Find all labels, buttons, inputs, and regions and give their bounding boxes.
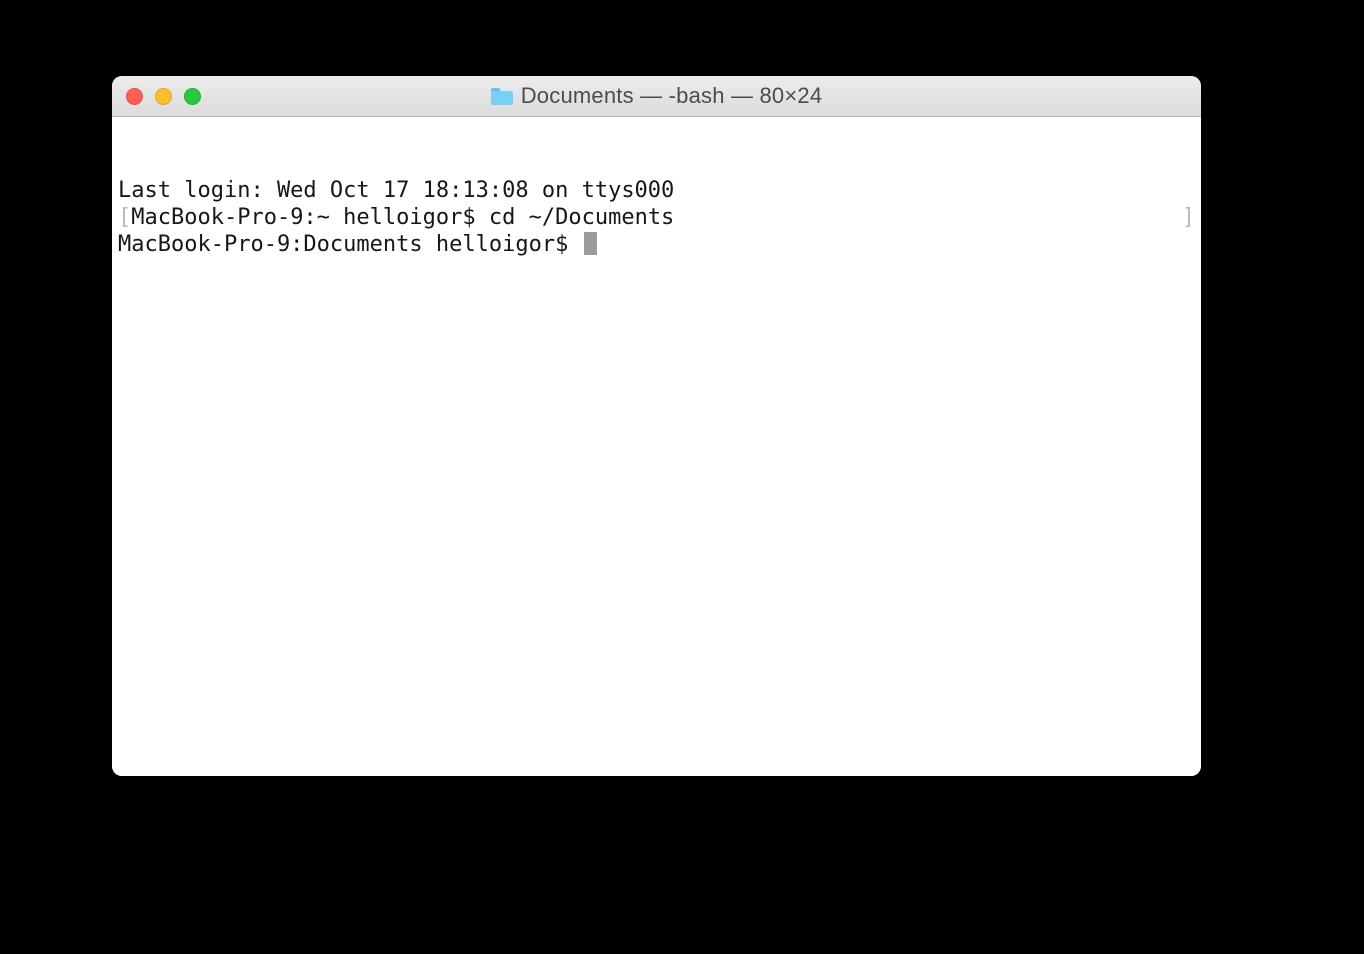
terminal-line: [MacBook-Pro-9:~ helloigor$ cd ~/Documen…	[118, 204, 1193, 231]
window-title-group: Documents — -bash — 80×24	[491, 83, 823, 109]
terminal-body[interactable]: Last login: Wed Oct 17 18:13:08 on ttys0…	[112, 117, 1201, 776]
cursor	[584, 232, 597, 255]
terminal-window: Documents — -bash — 80×24 Last login: We…	[112, 76, 1201, 776]
bracket-left: [	[118, 205, 131, 230]
close-button[interactable]	[126, 88, 143, 105]
terminal-line: Last login: Wed Oct 17 18:13:08 on ttys0…	[118, 177, 1193, 204]
last-login-text: Last login: Wed Oct 17 18:13:08 on ttys0…	[118, 178, 674, 203]
shell-prompt: MacBook-Pro-9:Documents helloigor$	[118, 232, 582, 257]
bracket-right: ]	[1182, 204, 1195, 231]
shell-command: cd ~/Documents	[489, 205, 674, 230]
shell-prompt: MacBook-Pro-9:~ helloigor$	[131, 205, 489, 230]
window-controls	[126, 88, 201, 105]
minimize-button[interactable]	[155, 88, 172, 105]
title-bar[interactable]: Documents — -bash — 80×24	[112, 76, 1201, 117]
terminal-line: MacBook-Pro-9:Documents helloigor$	[118, 231, 1193, 258]
folder-icon	[491, 88, 513, 105]
maximize-button[interactable]	[184, 88, 201, 105]
window-title: Documents — -bash — 80×24	[521, 83, 823, 109]
